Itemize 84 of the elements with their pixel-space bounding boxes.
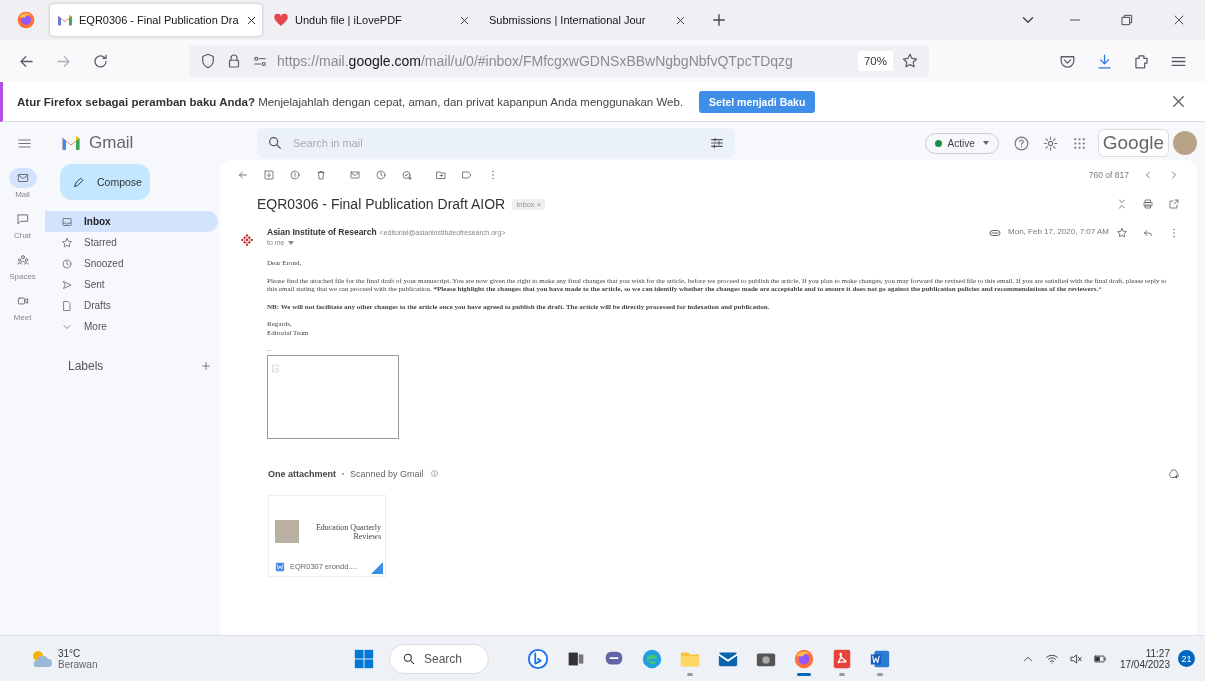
address-bar[interactable]: https://mail.google.com/mail/u/0/#inbox/FMfcgxwGDNSxBBwNgbgNbfvQTpcTDqzg 70%	[189, 45, 929, 77]
word-document-icon	[275, 561, 285, 572]
search-icon	[401, 651, 416, 666]
google-text[interactable]: Google	[1097, 129, 1169, 157]
url-text: https://mail.google.com/mail/u/0/#inbox/FMfcgxwGDNSxBBwNgbgNbfvQTpcTDqzg	[277, 53, 794, 69]
add-label-icon[interactable]	[200, 360, 212, 372]
settings-icon[interactable]	[1041, 134, 1059, 152]
document-icon	[61, 299, 73, 312]
browser-tab[interactable]: Unduh file | iLovePDF	[266, 4, 478, 36]
print-icon[interactable]	[1142, 198, 1154, 210]
open-new-window-icon[interactable]	[1168, 198, 1180, 210]
reply-icon[interactable]	[1142, 227, 1154, 239]
sender-logo-icon	[240, 233, 254, 247]
sender-name: Asian Institute of Research	[267, 227, 377, 237]
search-icon[interactable]	[267, 135, 283, 151]
temperature-text[interactable]: 31°C	[58, 647, 98, 659]
report-spam-icon[interactable]	[289, 169, 301, 181]
nav-item[interactable]: Snoozed	[45, 253, 218, 274]
filter-options-icon[interactable]	[709, 135, 725, 151]
star-icon	[61, 236, 73, 249]
firefox-icon[interactable]	[16, 10, 36, 30]
info-icon[interactable]	[429, 469, 439, 478]
bookmark-star-icon[interactable]	[901, 52, 919, 70]
help-icon[interactable]	[1012, 134, 1030, 152]
rail-label[interactable]: Mail	[15, 190, 30, 199]
snooze-icon[interactable]	[375, 169, 387, 181]
rail-label[interactable]: Chat	[14, 231, 31, 240]
nav-item[interactable]: Starred	[45, 232, 218, 253]
browser-tab[interactable]: EQR0306 - Final Publication Dra	[50, 4, 262, 36]
meet-icon	[15, 294, 30, 308]
gmail-logo-icon	[57, 12, 73, 28]
labels-heading: Labels	[68, 359, 104, 373]
back-icon[interactable]	[237, 169, 249, 181]
attachment-heading: One attachment	[268, 468, 336, 479]
photo-placeholder	[275, 520, 299, 543]
search-field[interactable]: Search in mail	[257, 128, 735, 158]
archive-icon[interactable]	[263, 169, 275, 181]
email-subject: EQR0306 - Final Publication Draft AIOR	[257, 196, 506, 212]
broken-image-icon	[271, 363, 280, 373]
shield-icon[interactable]	[199, 52, 217, 70]
corner-fold-icon	[371, 561, 383, 574]
muted-speaker-icon[interactable]	[1068, 651, 1083, 666]
scanned-note: Scanned by Gmail	[350, 468, 424, 479]
rail-item[interactable]	[8, 168, 37, 188]
clock[interactable]: 11:27 17/04/2023	[1119, 647, 1170, 670]
send-icon	[61, 278, 73, 291]
gmail-logo-text[interactable]: Gmail	[89, 133, 134, 153]
nav-item[interactable]: Drafts	[45, 295, 218, 316]
chat-icon	[15, 212, 30, 226]
browser-icon[interactable]	[640, 647, 663, 670]
message-counter: 760 of 817	[1088, 170, 1129, 180]
weather-text[interactable]: Berawan	[58, 658, 98, 670]
nav-item[interactable]: Inbox	[45, 211, 218, 232]
compose-button[interactable]: Compose	[60, 164, 150, 200]
rail-label[interactable]: Meet	[13, 313, 32, 322]
taskbar-search-field[interactable]: Search	[388, 643, 489, 674]
heart-icon	[273, 12, 289, 28]
nav-item[interactable]: More	[45, 316, 218, 337]
spaces-icon	[15, 253, 30, 267]
restore-icon[interactable]	[1119, 12, 1135, 28]
star-icon[interactable]	[1116, 227, 1128, 239]
rail-label[interactable]: Spaces	[9, 272, 36, 281]
zoom-level-button[interactable]: 70%	[857, 51, 893, 71]
document-preview-title: Education Quarterly Reviews	[314, 522, 381, 541]
pencil-icon	[72, 175, 85, 189]
label-icon[interactable]	[461, 169, 473, 181]
firefox-icon[interactable]	[792, 647, 815, 670]
notification-message: Atur Firefox sebagai peramban baku Anda? Menjelajahlah dengan cepat, aman, dan privat kapanpun Anda menggunakan Web.	[17, 95, 684, 108]
inbox-icon	[61, 215, 73, 228]
delete-icon[interactable]	[315, 169, 327, 181]
mail-icon	[15, 171, 30, 185]
nav-item[interactable]: Sent	[45, 274, 218, 295]
start-icon[interactable]	[352, 647, 375, 670]
email-date: Mon, Feb 17, 2020, 7:07 AM	[1008, 227, 1109, 236]
browser-tab[interactable]: Submissions | International Jour	[482, 4, 694, 36]
label-tag-icon	[989, 227, 1002, 239]
bing-icon[interactable]	[526, 647, 549, 670]
mark-unread-icon[interactable]	[349, 169, 361, 181]
clock-icon	[61, 257, 73, 270]
add-task-icon[interactable]	[401, 169, 413, 181]
notification-badge[interactable]: 21	[1178, 650, 1195, 667]
move-to-icon[interactable]	[435, 169, 447, 181]
new-tab-icon[interactable]	[710, 11, 728, 29]
avatar[interactable]	[1173, 131, 1197, 155]
